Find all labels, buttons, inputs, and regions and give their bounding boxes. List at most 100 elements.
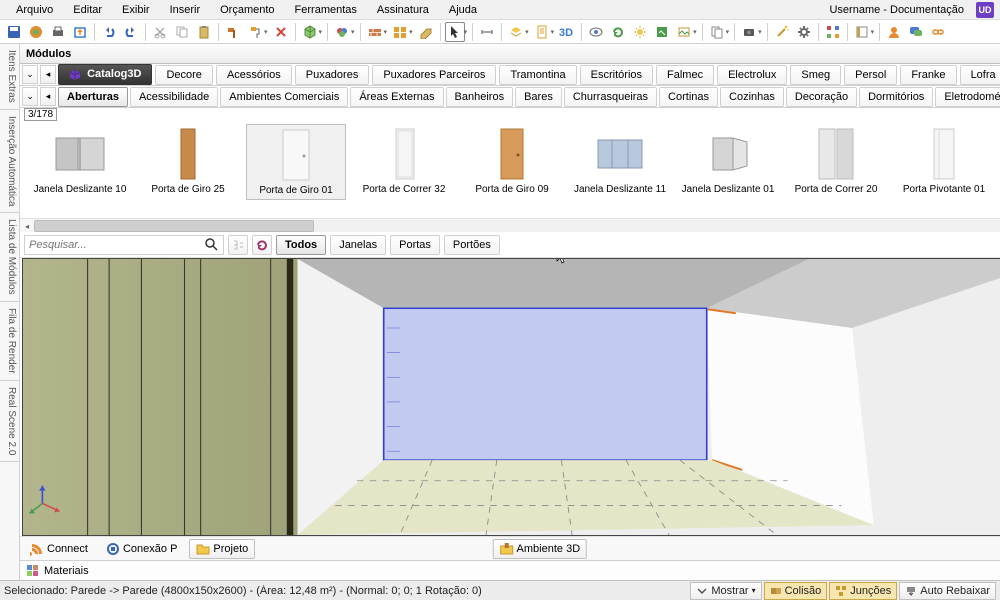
sub-tab-dormitorios[interactable]: Dormitórios bbox=[859, 87, 933, 107]
cat-tab-franke[interactable]: Franke bbox=[900, 65, 956, 85]
undo-icon[interactable] bbox=[99, 22, 119, 42]
cat-tab-escritorios[interactable]: Escritórios bbox=[580, 65, 653, 85]
sun-icon[interactable] bbox=[630, 22, 650, 42]
menu-ferramentas[interactable]: Ferramentas bbox=[285, 2, 367, 18]
cat-tab-falmec[interactable]: Falmec bbox=[656, 65, 714, 85]
save-icon[interactable] bbox=[4, 22, 24, 42]
materials-icon[interactable] bbox=[332, 22, 352, 42]
thumb-janela-deslizante-01[interactable]: Janela Deslizante 01 bbox=[678, 124, 778, 198]
cat-tab-decore[interactable]: Decore bbox=[155, 65, 212, 85]
sub-tab-cozinhas[interactable]: Cozinhas bbox=[720, 87, 784, 107]
subtab-prev[interactable]: ◂ bbox=[40, 87, 56, 106]
menu-arquivo[interactable]: Arquivo bbox=[6, 2, 63, 18]
menu-inserir[interactable]: Inserir bbox=[160, 2, 211, 18]
globe-icon[interactable] bbox=[26, 22, 46, 42]
redo-icon[interactable] bbox=[121, 22, 141, 42]
copy-icon[interactable] bbox=[172, 22, 192, 42]
user-icon[interactable] bbox=[884, 22, 904, 42]
filter-janelas[interactable]: Janelas bbox=[330, 235, 386, 255]
colisao-toggle[interactable]: Colisão bbox=[764, 582, 828, 600]
cat-tab-tramontina[interactable]: Tramontina bbox=[499, 65, 576, 85]
refresh-btn[interactable] bbox=[252, 235, 272, 255]
sub-tab-churrasqueiras[interactable]: Churrasqueiras bbox=[564, 87, 657, 107]
camera-icon[interactable] bbox=[739, 22, 759, 42]
sub-tab-eletrodomesticos[interactable]: Eletrodomésticos bbox=[935, 87, 1000, 107]
cat-tab-acessorios[interactable]: Acessórios bbox=[216, 65, 292, 85]
floor-icon[interactable] bbox=[416, 22, 436, 42]
rail-fila-render[interactable]: Fila de Render bbox=[0, 302, 19, 381]
thumb-porta-giro-01[interactable]: Porta de Giro 01 bbox=[246, 124, 346, 200]
export-icon[interactable] bbox=[70, 22, 90, 42]
sub-tab-areas-externas[interactable]: Áreas Externas bbox=[350, 87, 443, 107]
materiais-tab[interactable]: Materiais bbox=[20, 560, 1000, 580]
sub-tab-bares[interactable]: Bares bbox=[515, 87, 562, 107]
menu-ajuda[interactable]: Ajuda bbox=[439, 2, 487, 18]
subtab-dropdown[interactable]: ⌄ bbox=[22, 87, 38, 106]
cat-tab-persol[interactable]: Persol bbox=[844, 65, 897, 85]
cat-tab-puxadores-parc[interactable]: Puxadores Parceiros bbox=[372, 65, 496, 85]
thumb-janela-deslizante-10[interactable]: Janela Deslizante 10 bbox=[30, 124, 130, 198]
layers-icon[interactable] bbox=[506, 22, 526, 42]
cat-tab-lofra[interactable]: Lofra bbox=[960, 65, 1000, 85]
thumb-porta-giro-25[interactable]: Porta de Giro 25 bbox=[138, 124, 238, 198]
cat-tab-electrolux[interactable]: Electrolux bbox=[717, 65, 787, 85]
ambiente-3d-btn[interactable]: Ambiente 3D bbox=[493, 539, 588, 559]
viewport-3d[interactable] bbox=[22, 258, 1000, 536]
rail-insercao[interactable]: Inserção Automática bbox=[0, 110, 19, 214]
rail-itens-extras[interactable]: Itens Extras bbox=[0, 44, 19, 110]
menu-assinatura[interactable]: Assinatura bbox=[367, 2, 439, 18]
cube-icon[interactable] bbox=[300, 22, 320, 42]
filter-portas[interactable]: Portas bbox=[390, 235, 440, 255]
refresh-icon[interactable] bbox=[608, 22, 628, 42]
cattab-dropdown[interactable]: ⌄ bbox=[22, 65, 38, 84]
print-icon[interactable] bbox=[48, 22, 68, 42]
components-icon[interactable] bbox=[823, 22, 843, 42]
projeto-btn[interactable]: Projeto bbox=[189, 539, 255, 559]
search-input[interactable] bbox=[29, 239, 205, 251]
menu-editar[interactable]: Editar bbox=[63, 2, 112, 18]
cat-tab-smeg[interactable]: Smeg bbox=[790, 65, 841, 85]
wall-icon[interactable] bbox=[365, 22, 385, 42]
thumb-janela-deslizante-11[interactable]: Janela Deslizante 11 bbox=[570, 124, 670, 198]
sub-tab-aberturas[interactable]: Aberturas bbox=[58, 87, 128, 107]
view3d-icon[interactable]: 3D bbox=[557, 22, 577, 42]
grid-icon[interactable] bbox=[390, 22, 410, 42]
rail-realscene[interactable]: Real Scene 2.0 bbox=[0, 381, 19, 462]
filter-portoes[interactable]: Portões bbox=[444, 235, 500, 255]
menu-orcamento[interactable]: Orçamento bbox=[210, 2, 284, 18]
dimension-icon[interactable] bbox=[477, 22, 497, 42]
delete-icon[interactable] bbox=[271, 22, 291, 42]
mostrar-btn[interactable]: Mostrar▾ bbox=[690, 582, 761, 600]
user-badge[interactable]: UD bbox=[976, 2, 994, 18]
paste-icon[interactable] bbox=[194, 22, 214, 42]
filter-todos[interactable]: Todos bbox=[276, 235, 326, 255]
panel-icon[interactable] bbox=[852, 22, 872, 42]
rail-lista-modulos[interactable]: Lista de Módulos bbox=[0, 213, 19, 302]
conexao-btn[interactable]: Conexão P bbox=[100, 540, 183, 558]
sub-tab-ambientes[interactable]: Ambientes Comerciais bbox=[220, 87, 348, 107]
menu-exibir[interactable]: Exibir bbox=[112, 2, 160, 18]
pointer-icon[interactable] bbox=[445, 22, 465, 42]
sub-tab-cortinas[interactable]: Cortinas bbox=[659, 87, 718, 107]
magic-icon[interactable] bbox=[772, 22, 792, 42]
sub-tab-banheiros[interactable]: Banheiros bbox=[446, 87, 514, 107]
gear-icon[interactable] bbox=[794, 22, 814, 42]
thumb-porta-giro-09[interactable]: Porta de Giro 09 bbox=[462, 124, 562, 198]
doc-icon[interactable] bbox=[532, 22, 552, 42]
link-icon[interactable] bbox=[928, 22, 948, 42]
docs-icon[interactable] bbox=[707, 22, 727, 42]
tree-btn[interactable] bbox=[228, 235, 248, 255]
cattab-prev[interactable]: ◂ bbox=[40, 65, 56, 84]
cat-tab-catalog3d[interactable]: Catalog3D bbox=[58, 64, 152, 84]
thumb-porta-pivotante-01[interactable]: Porta Pivotante 01 bbox=[894, 124, 994, 198]
auto-rebaixar-toggle[interactable]: Auto Rebaixar bbox=[899, 582, 996, 600]
thumb-scrollbar[interactable]: ◂▸ bbox=[20, 218, 1000, 232]
sub-tab-acessibilidade[interactable]: Acessibilidade bbox=[130, 87, 218, 107]
thumb-porta-correr-32[interactable]: Porta de Correr 32 bbox=[354, 124, 454, 198]
juncoes-toggle[interactable]: Junções bbox=[829, 582, 897, 600]
chat-icon[interactable] bbox=[906, 22, 926, 42]
hammer-icon[interactable] bbox=[223, 22, 243, 42]
cut-icon[interactable] bbox=[150, 22, 170, 42]
sub-tab-decoracao[interactable]: Decoração bbox=[786, 87, 857, 107]
cat-tab-puxadores[interactable]: Puxadores bbox=[295, 65, 370, 85]
